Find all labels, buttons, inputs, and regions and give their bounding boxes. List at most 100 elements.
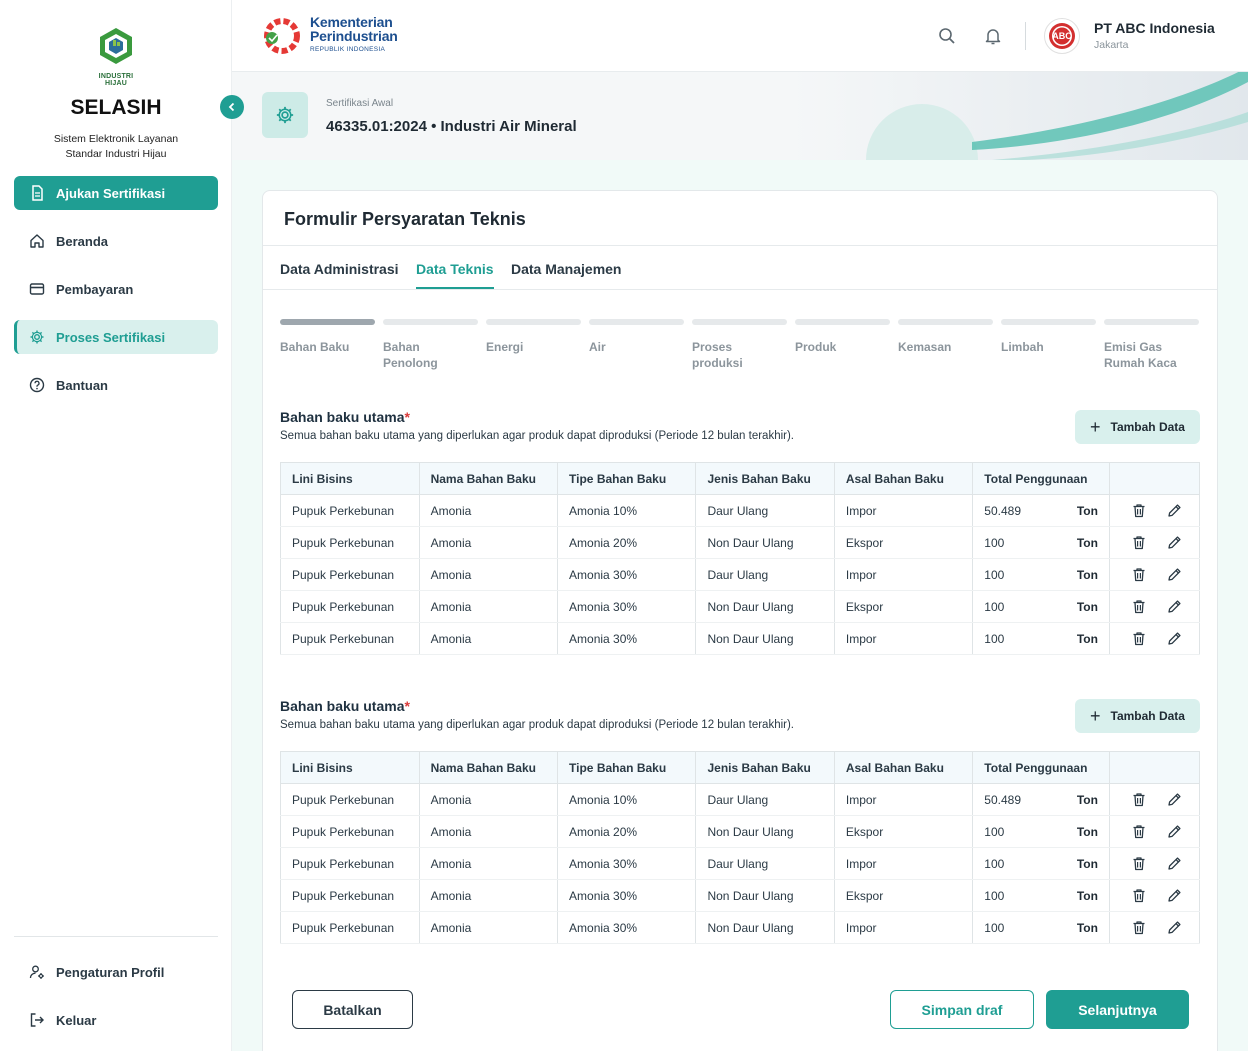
card-icon bbox=[28, 280, 46, 298]
trash-icon[interactable] bbox=[1130, 502, 1148, 520]
nav-proses-sertifikasi[interactable]: Proses Sertifikasi bbox=[14, 320, 218, 354]
company-avatar[interactable]: ABC bbox=[1044, 18, 1080, 54]
table-row: Pupuk Perkebunan Amonia Amonia 20% Non Daur… bbox=[280, 815, 1200, 848]
pencil-icon[interactable] bbox=[1166, 630, 1184, 648]
total-usage-value: 100 bbox=[984, 599, 1005, 614]
actions-column-header bbox=[1109, 751, 1200, 784]
step-label: Energi bbox=[486, 340, 524, 354]
pencil-icon[interactable] bbox=[1166, 791, 1184, 809]
total-usage-unit: Ton bbox=[1076, 632, 1098, 646]
section-description: Semua bahan baku utama yang diperlukan a… bbox=[280, 430, 794, 442]
pencil-icon[interactable] bbox=[1166, 566, 1184, 584]
total-usage-cell: 100 Ton bbox=[972, 622, 1110, 655]
trash-icon[interactable] bbox=[1130, 791, 1148, 809]
column-header: Jenis Bahan Baku bbox=[695, 462, 835, 495]
row-actions bbox=[1109, 815, 1200, 848]
pencil-icon[interactable] bbox=[1166, 502, 1184, 520]
form-title: Formulir Persyaratan Teknis bbox=[284, 209, 526, 229]
step-limbah[interactable]: Limbah bbox=[1001, 319, 1096, 355]
ministry-line1: Kementerian bbox=[310, 14, 393, 30]
table-cell: Daur Ulang bbox=[695, 783, 835, 816]
step-label: Kemasan bbox=[898, 340, 952, 354]
table-cell: Amonia 20% bbox=[557, 526, 697, 559]
next-button[interactable]: Selanjutnya bbox=[1046, 990, 1189, 1029]
chevron-left-icon bbox=[228, 102, 235, 112]
nav-pembayaran[interactable]: Pembayaran bbox=[14, 272, 218, 306]
banner-title: 46335.01:2024 • Industri Air Mineral bbox=[326, 118, 577, 135]
pencil-icon[interactable] bbox=[1166, 823, 1184, 841]
total-usage-value: 100 bbox=[984, 888, 1005, 903]
total-usage-cell: 100 Ton bbox=[972, 526, 1110, 559]
trash-icon[interactable] bbox=[1130, 887, 1148, 905]
trash-icon[interactable] bbox=[1130, 598, 1148, 616]
table-header-row: Lini Bisins Nama Bahan Baku Tipe Bahan Bak… bbox=[280, 751, 1200, 784]
step-energi[interactable]: Energi bbox=[486, 319, 581, 355]
step-bahan-baku[interactable]: Bahan Baku bbox=[280, 319, 375, 355]
row-actions bbox=[1109, 494, 1200, 527]
save-draft-button[interactable]: Simpan draf bbox=[890, 990, 1034, 1029]
add-data-button[interactable]: + Tambah Data bbox=[1075, 410, 1200, 444]
tab-data-manajemen[interactable]: Data Manajemen bbox=[511, 261, 621, 289]
table-cell: Non Daur Ulang bbox=[695, 526, 835, 559]
pencil-icon[interactable] bbox=[1166, 534, 1184, 552]
step-air[interactable]: Air bbox=[589, 319, 684, 355]
sidebar-collapse-button[interactable] bbox=[220, 95, 244, 119]
step-kemasan[interactable]: Kemasan bbox=[898, 319, 993, 355]
column-header: Nama Bahan Baku bbox=[419, 462, 559, 495]
trash-icon[interactable] bbox=[1130, 855, 1148, 873]
table-row: Pupuk Perkebunan Amonia Amonia 30% Daur Ula… bbox=[280, 847, 1200, 880]
table-cell: Daur Ulang bbox=[695, 558, 835, 591]
step-produk[interactable]: Produk bbox=[795, 319, 890, 355]
table-cell: Amonia 30% bbox=[557, 879, 697, 912]
search-icon[interactable] bbox=[937, 26, 957, 46]
total-usage-value: 100 bbox=[984, 631, 1005, 646]
cancel-button[interactable]: Batalkan bbox=[292, 990, 413, 1029]
plus-icon: + bbox=[1090, 706, 1101, 726]
total-usage-value: 100 bbox=[984, 567, 1005, 582]
plus-icon: + bbox=[1090, 417, 1101, 437]
table-cell: Pupuk Perkebunan bbox=[280, 558, 420, 591]
table-cell: Ekspor bbox=[834, 879, 974, 912]
nav-ajukan-sertifikasi[interactable]: Ajukan Sertifikasi bbox=[14, 176, 218, 210]
table-cell: Amonia bbox=[419, 558, 559, 591]
pencil-icon[interactable] bbox=[1166, 855, 1184, 873]
table-cell: Non Daur Ulang bbox=[695, 815, 835, 848]
row-actions bbox=[1109, 911, 1200, 944]
step-progress-bar bbox=[1104, 319, 1199, 325]
nav-beranda[interactable]: Beranda bbox=[14, 224, 218, 258]
step-proses-produksi[interactable]: Proses produksi bbox=[692, 319, 787, 371]
total-usage-unit: Ton bbox=[1076, 921, 1098, 935]
total-usage-cell: 100 Ton bbox=[972, 911, 1110, 944]
step-progress-bar bbox=[280, 319, 375, 325]
total-usage-cell: 100 Ton bbox=[972, 590, 1110, 623]
table-cell: Non Daur Ulang bbox=[695, 911, 835, 944]
trash-icon[interactable] bbox=[1130, 630, 1148, 648]
trash-icon[interactable] bbox=[1130, 919, 1148, 937]
step-progress-bar bbox=[795, 319, 890, 325]
logo-caption: INDUSTRI HIJAU bbox=[98, 73, 134, 87]
table-cell: Amonia 30% bbox=[557, 911, 697, 944]
total-usage-unit: Ton bbox=[1076, 793, 1098, 807]
step-emisi-gas-rumah-kaca[interactable]: Emisi Gas Rumah Kaca bbox=[1104, 319, 1199, 371]
nav-label: Beranda bbox=[56, 233, 109, 249]
row-actions bbox=[1109, 879, 1200, 912]
nav-bantuan[interactable]: Bantuan bbox=[14, 368, 218, 402]
table-cell: Amonia bbox=[419, 911, 559, 944]
table-cell: Non Daur Ulang bbox=[695, 879, 835, 912]
trash-icon[interactable] bbox=[1130, 823, 1148, 841]
step-bahan-penolong[interactable]: Bahan Penolong bbox=[383, 319, 478, 371]
table-cell: Ekspor bbox=[834, 815, 974, 848]
tab-data-administrasi[interactable]: Data Administrasi bbox=[280, 261, 399, 289]
trash-icon[interactable] bbox=[1130, 566, 1148, 584]
step-label: Air bbox=[589, 340, 606, 354]
pencil-icon[interactable] bbox=[1166, 887, 1184, 905]
nav-keluar[interactable]: Keluar bbox=[14, 1003, 218, 1037]
trash-icon[interactable] bbox=[1130, 534, 1148, 552]
tab-data-teknis[interactable]: Data Teknis bbox=[416, 261, 494, 289]
pencil-icon[interactable] bbox=[1166, 919, 1184, 937]
row-actions bbox=[1109, 783, 1200, 816]
add-data-button[interactable]: + Tambah Data bbox=[1075, 699, 1200, 733]
pencil-icon[interactable] bbox=[1166, 598, 1184, 616]
nav-pengaturan-profil[interactable]: Pengaturan Profil bbox=[14, 955, 218, 989]
bell-icon[interactable] bbox=[983, 26, 1003, 46]
